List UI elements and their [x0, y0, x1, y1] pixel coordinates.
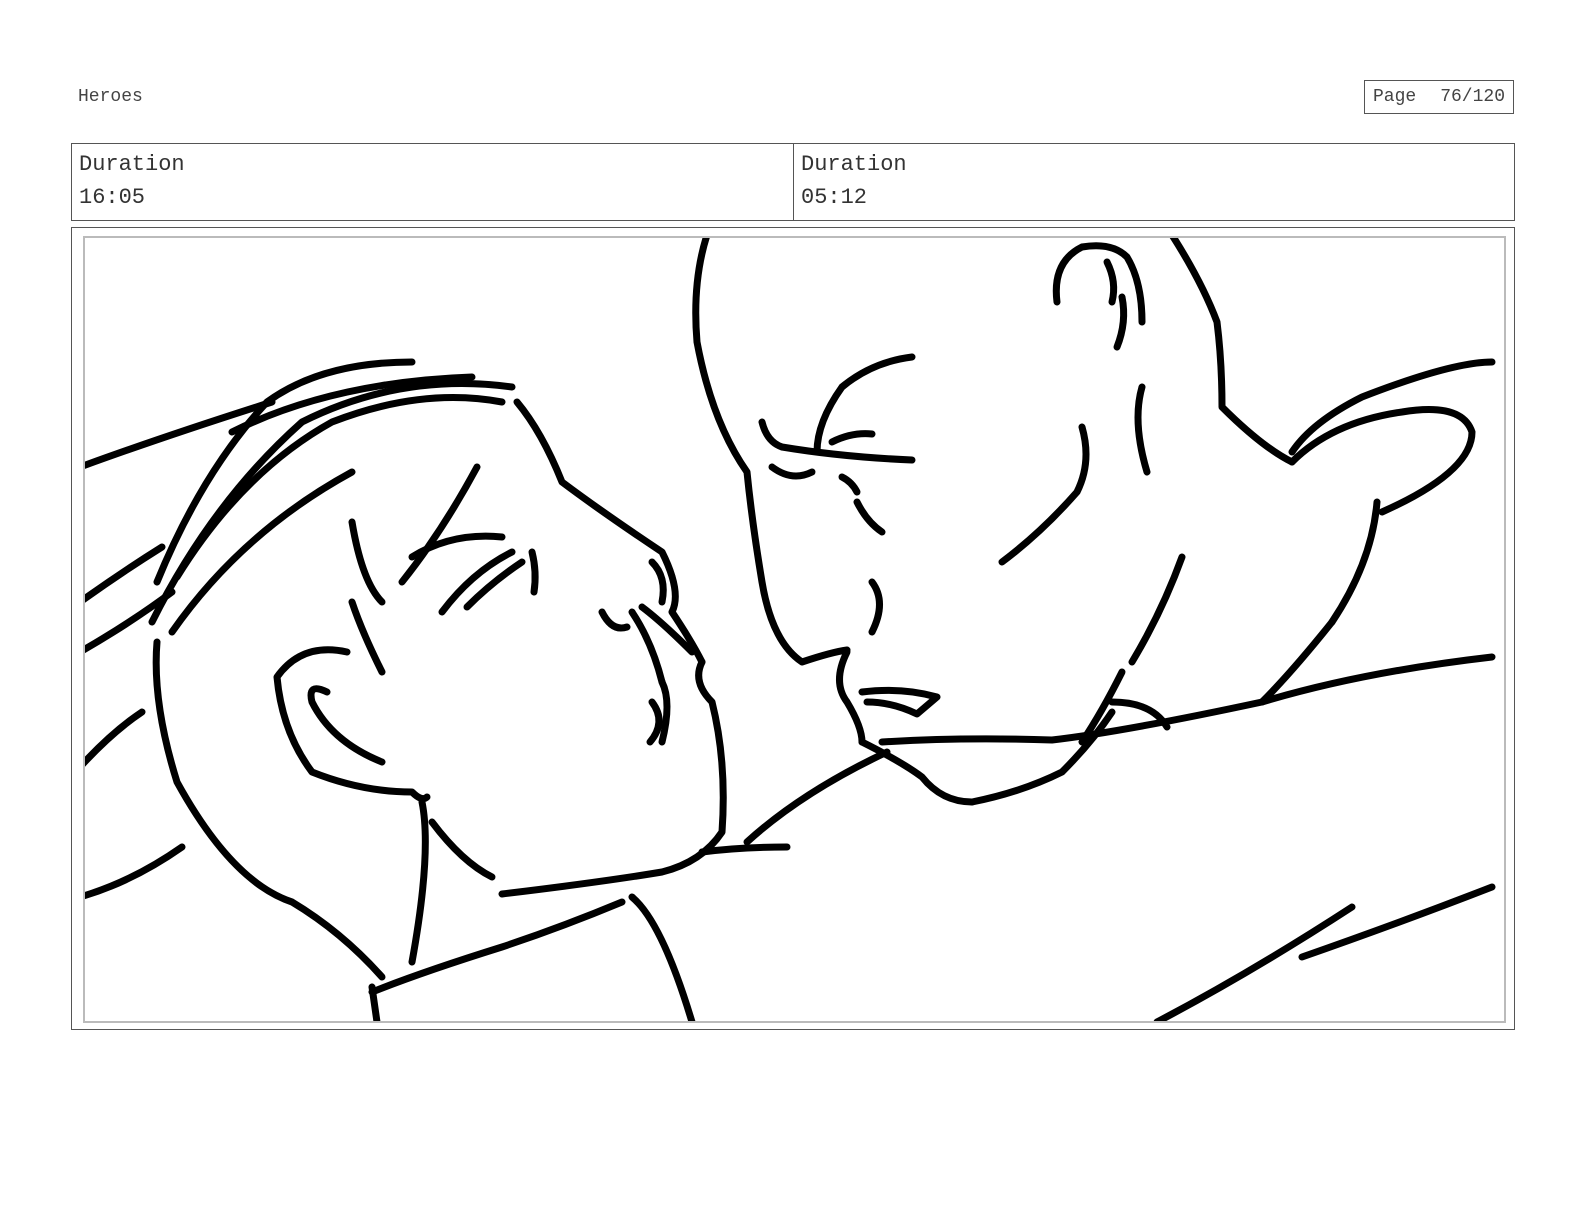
duration-label: Duration: [801, 152, 907, 177]
project-title: Heroes: [78, 87, 143, 107]
duration-row: Duration 16:05 Duration 05:12: [71, 143, 1515, 221]
shot-duration-right: Duration 05:12: [793, 144, 1514, 220]
duration-value: 05:12: [801, 185, 868, 210]
storyboard-sketch: [85, 238, 1496, 1021]
duration-value: 16:05: [79, 185, 146, 210]
page-label: Page: [1373, 87, 1417, 107]
storyboard-panel: [83, 236, 1506, 1023]
shot-duration-left: Duration 16:05: [72, 144, 793, 220]
duration-label: Duration: [79, 152, 185, 177]
page-indicator: Page 76/120: [1364, 80, 1514, 114]
page-number: 76/120: [1440, 87, 1505, 107]
